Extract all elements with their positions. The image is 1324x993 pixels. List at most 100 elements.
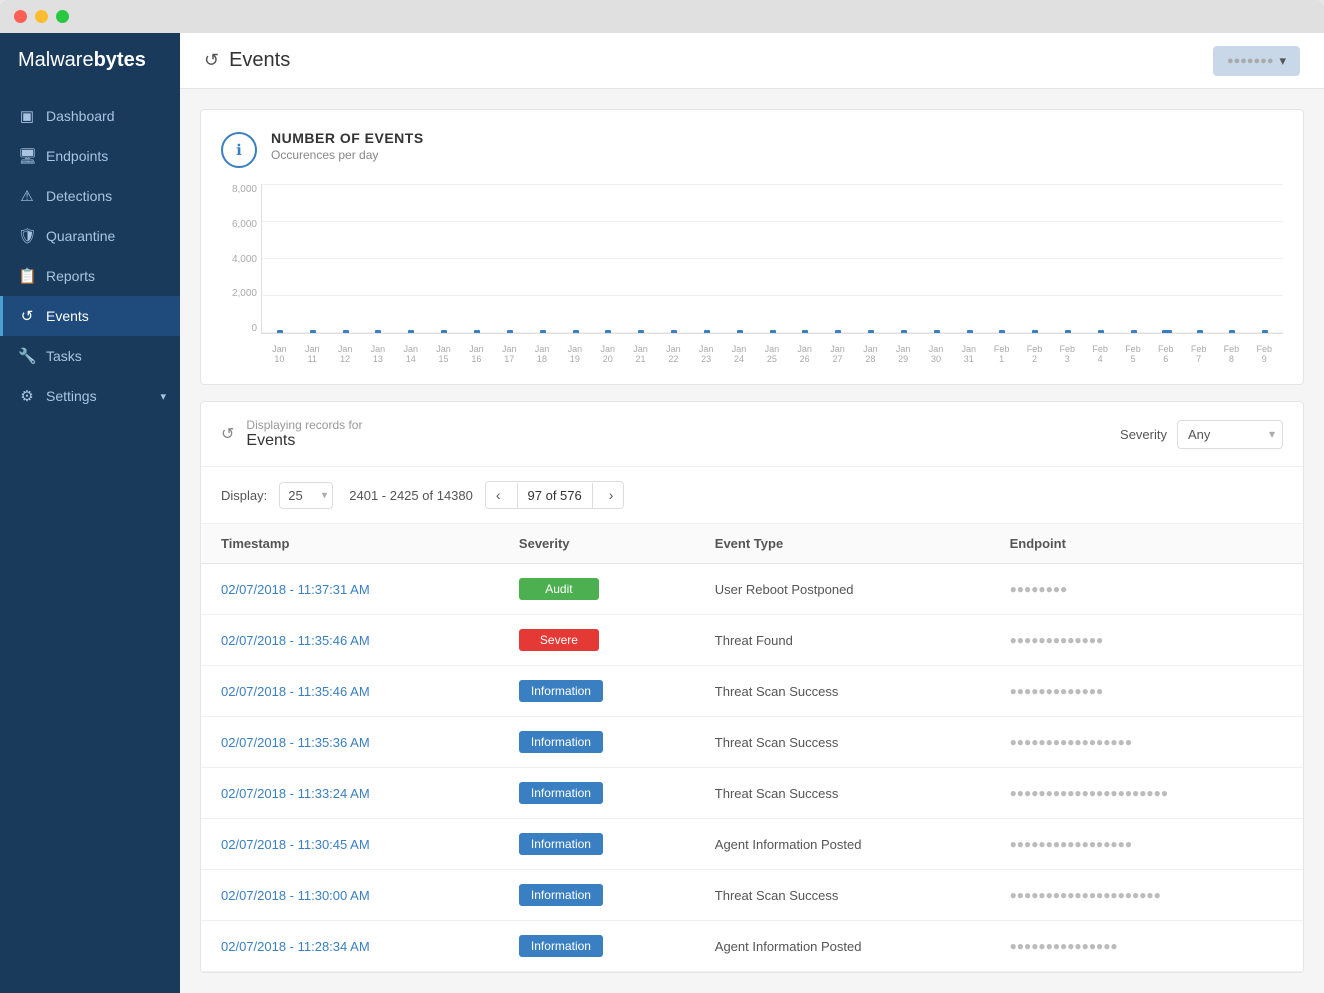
severity-select[interactable]: Any Audit Severe Information xyxy=(1177,420,1283,449)
sidebar-item-quarantine[interactable]: 🛡 Quarantine xyxy=(0,216,180,256)
page-nav: ‹ 97 of 576 › xyxy=(485,481,625,509)
x-label: Feb3 xyxy=(1051,344,1084,364)
x-label: Jan10 xyxy=(263,344,296,364)
sidebar-item-dashboard[interactable]: ▣ Dashboard xyxy=(0,96,180,136)
displaying-label: Displaying records for xyxy=(246,418,362,432)
sidebar-item-reports[interactable]: 📋 Reports xyxy=(0,256,180,296)
severity-badge: Information xyxy=(519,935,603,957)
event-type-cell: Threat Scan Success xyxy=(695,768,990,819)
x-label: Jan25 xyxy=(755,344,788,364)
endpoint-cell: ●●●●●●●●●●●●●●●●●●●●●● xyxy=(1010,787,1168,801)
timestamp-link[interactable]: 02/07/2018 - 11:35:36 AM xyxy=(221,735,370,750)
bar-group xyxy=(822,330,854,333)
prev-page-button[interactable]: ‹ xyxy=(486,482,511,508)
sidebar-item-settings[interactable]: ⚙ Settings ▾ xyxy=(0,376,180,416)
x-label: Jan19 xyxy=(558,344,591,364)
table-row: 02/07/2018 - 11:35:36 AMInformationThrea… xyxy=(201,717,1303,768)
page-header: ↺ Events ●●●●●●● ▾ xyxy=(180,33,1324,89)
x-label: Jan24 xyxy=(723,344,756,364)
table-row: 02/07/2018 - 11:35:46 AMInformationThrea… xyxy=(201,666,1303,717)
records-section: ↺ Displaying records for Events Severity… xyxy=(200,401,1304,973)
sidebar-item-tasks[interactable]: 🔧 Tasks xyxy=(0,336,180,376)
timestamp-link[interactable]: 02/07/2018 - 11:33:24 AM xyxy=(221,786,370,801)
user-menu-button[interactable]: ●●●●●●● ▾ xyxy=(1213,46,1300,76)
bar-group xyxy=(1052,330,1084,333)
timestamp-link[interactable]: 02/07/2018 - 11:28:34 AM xyxy=(221,939,370,954)
close-button[interactable] xyxy=(14,10,27,23)
pagination-bar: Display: 25 50 100 2401 - 2425 of 14380 … xyxy=(201,467,1303,524)
sidebar-item-endpoints[interactable]: 🖥 Endpoints xyxy=(0,136,180,176)
display-label: Display: xyxy=(221,488,267,503)
bar-group xyxy=(1019,330,1051,333)
bar-group xyxy=(560,330,592,333)
endpoint-cell: ●●●●●●●●●●●●●●●●● xyxy=(1010,736,1132,750)
bar xyxy=(441,330,447,333)
bar-group xyxy=(757,330,789,333)
maximize-button[interactable] xyxy=(56,10,69,23)
timestamp-link[interactable]: 02/07/2018 - 11:30:00 AM xyxy=(221,888,370,903)
per-page-select-wrapper: 25 50 100 xyxy=(279,482,333,509)
endpoint-cell: ●●●●●●●● xyxy=(1010,583,1068,597)
x-label: Feb6 xyxy=(1149,344,1182,364)
x-label: Feb9 xyxy=(1248,344,1281,364)
timestamp-link[interactable]: 02/07/2018 - 11:30:45 AM xyxy=(221,837,370,852)
bar xyxy=(901,330,907,333)
x-label: Feb1 xyxy=(985,344,1018,364)
refresh-icon[interactable]: ↺ xyxy=(221,424,234,444)
severity-badge: Information xyxy=(519,884,603,906)
bar xyxy=(573,330,579,333)
bar xyxy=(868,330,874,333)
bar xyxy=(1098,330,1104,333)
timestamp-link[interactable]: 02/07/2018 - 11:37:31 AM xyxy=(221,582,370,597)
page-indicator: 97 of 576 xyxy=(517,483,593,508)
chart-x-labels: Jan10Jan11Jan12Jan13Jan14Jan15Jan16Jan17… xyxy=(261,344,1283,364)
settings-icon: ⚙ xyxy=(18,387,36,405)
bar xyxy=(934,330,940,333)
table-body: 02/07/2018 - 11:37:31 AMAuditUser Reboot… xyxy=(201,564,1303,972)
next-page-button[interactable]: › xyxy=(599,482,624,508)
event-type-cell: Threat Found xyxy=(695,615,990,666)
bar-group xyxy=(987,330,1019,333)
sidebar-nav: ▣ Dashboard 🖥 Endpoints ⚠ Detections 🛡 Q… xyxy=(0,88,180,993)
events-icon: ↺ xyxy=(18,307,36,325)
bar-group xyxy=(658,330,690,333)
bar-group xyxy=(921,330,953,333)
user-chevron-icon: ▾ xyxy=(1279,53,1286,69)
per-page-select[interactable]: 25 50 100 xyxy=(279,482,333,509)
chart-plot xyxy=(261,184,1283,334)
bar xyxy=(408,330,414,333)
endpoint-cell: ●●●●●●●●●●●●● xyxy=(1010,685,1104,699)
app-container: Malwarebytes ▣ Dashboard 🖥 Endpoints ⚠ D… xyxy=(0,33,1324,993)
timestamp-link[interactable]: 02/07/2018 - 11:35:46 AM xyxy=(221,633,370,648)
sidebar-item-events[interactable]: ↺ Events xyxy=(0,296,180,336)
event-type-cell: Agent Information Posted xyxy=(695,921,990,972)
timestamp-link[interactable]: 02/07/2018 - 11:35:46 AM xyxy=(221,684,370,699)
bar-group xyxy=(724,330,756,333)
chart-title: NUMBER OF EVENTS xyxy=(271,130,424,146)
bar-group xyxy=(264,330,296,333)
bar xyxy=(802,330,808,333)
x-label: Jan15 xyxy=(427,344,460,364)
settings-chevron-icon: ▾ xyxy=(160,390,166,403)
detections-icon: ⚠ xyxy=(18,187,36,205)
sidebar-item-detections[interactable]: ⚠ Detections xyxy=(0,176,180,216)
bar xyxy=(671,330,677,333)
chart-y-labels: 8,000 6,000 4,000 2,000 0 xyxy=(221,184,257,334)
bar-group xyxy=(527,330,559,333)
x-label: Jan16 xyxy=(460,344,493,364)
chart-area: 8,000 6,000 4,000 2,000 0 xyxy=(221,184,1283,364)
dashboard-icon: ▣ xyxy=(18,107,36,125)
bar-group xyxy=(428,330,460,333)
bar-group xyxy=(1249,330,1281,333)
bar xyxy=(540,330,546,333)
bar-group xyxy=(1151,330,1183,333)
bar-group xyxy=(297,330,329,333)
x-label: Jan28 xyxy=(854,344,887,364)
col-timestamp: Timestamp xyxy=(201,524,499,564)
minimize-button[interactable] xyxy=(35,10,48,23)
bar-group xyxy=(790,330,822,333)
window-chrome xyxy=(0,0,1324,33)
bar-group xyxy=(888,330,920,333)
bar-group xyxy=(1216,330,1248,333)
sidebar-logo: Malwarebytes xyxy=(0,33,180,88)
